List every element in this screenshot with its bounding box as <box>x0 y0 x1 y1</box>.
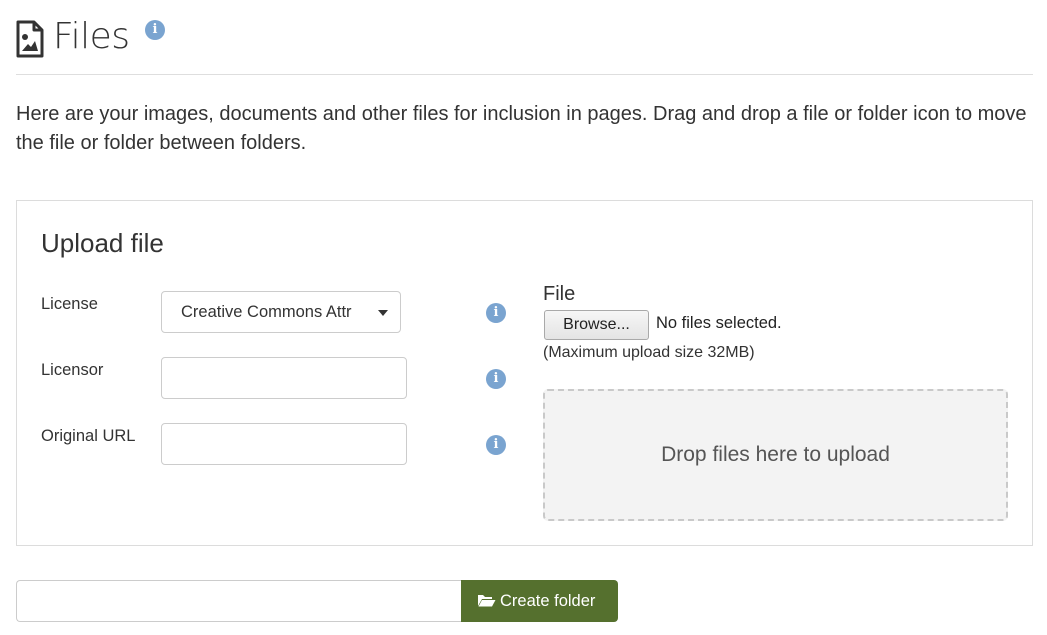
page-help-button[interactable]: i <box>145 20 165 40</box>
intro-text: Here are your images, documents and othe… <box>16 103 1027 154</box>
no-files-text: No files selected. <box>656 314 782 332</box>
file-label: File <box>543 283 576 305</box>
caret-down-icon <box>378 310 388 316</box>
file-image-icon <box>16 20 44 58</box>
license-select-value: Creative Commons Attr <box>181 303 352 321</box>
folder-name-input[interactable] <box>16 580 462 622</box>
page-header: Files i <box>16 14 1033 75</box>
folder-open-icon <box>478 595 496 607</box>
info-icon: i <box>486 369 506 389</box>
licensor-input[interactable] <box>161 357 407 399</box>
browse-button[interactable]: Browse... <box>544 310 649 340</box>
upload-panel-title: Upload file <box>41 228 164 258</box>
info-icon: i <box>486 435 506 455</box>
max-upload-size-text: (Maximum upload size 32MB) <box>543 344 755 361</box>
original-url-help-button[interactable]: i <box>486 435 506 455</box>
drop-zone[interactable]: Drop files here to upload <box>543 389 1008 521</box>
upload-panel: Upload file License Creative Commons Att… <box>16 200 1033 546</box>
create-folder-label: Create folder <box>500 592 596 610</box>
page-title: Files <box>53 16 130 57</box>
license-help-button[interactable]: i <box>486 303 506 323</box>
original-url-label: Original URL <box>41 427 136 445</box>
original-url-input[interactable] <box>161 423 407 465</box>
license-select[interactable]: Creative Commons Attr <box>161 291 401 333</box>
license-label: License <box>41 295 98 313</box>
licensor-help-button[interactable]: i <box>486 369 506 389</box>
info-icon: i <box>145 20 165 40</box>
create-folder-button[interactable]: Create folder <box>461 580 618 622</box>
licensor-label: Licensor <box>41 361 104 379</box>
info-icon: i <box>486 303 506 323</box>
